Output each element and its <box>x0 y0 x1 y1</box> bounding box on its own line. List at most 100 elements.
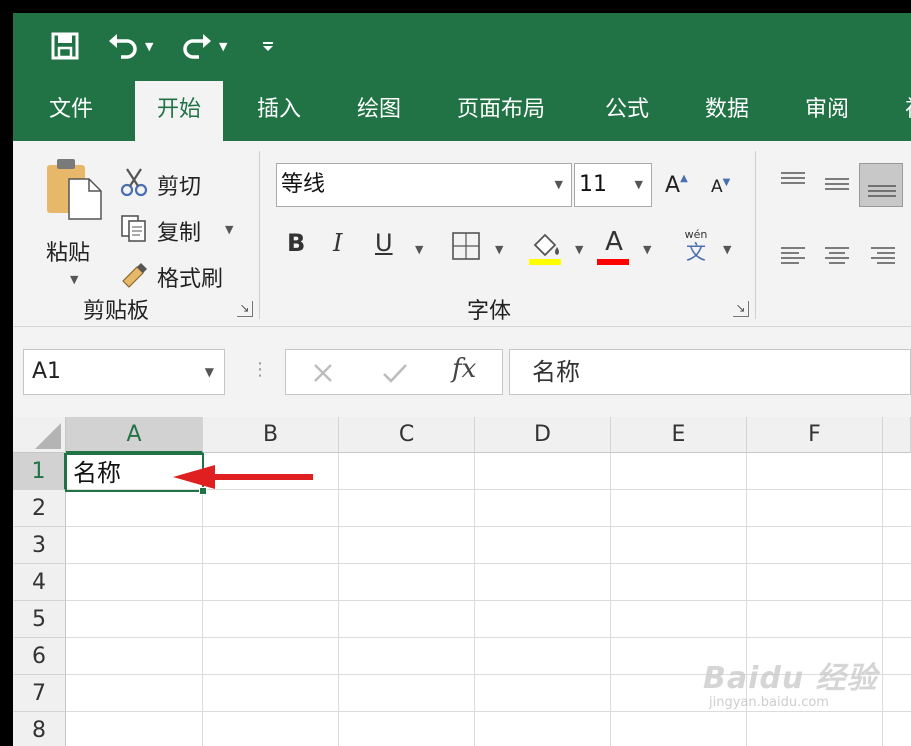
align-left-icon[interactable] <box>779 245 807 273</box>
increase-font-icon: ▲ <box>680 173 688 184</box>
fill-color-icon <box>529 233 561 265</box>
name-box[interactable]: A1 ▼ <box>23 349 225 395</box>
tab-formulas[interactable]: 公式 <box>583 81 671 141</box>
row-header-6[interactable]: 6 <box>13 638 66 675</box>
font-size-dropdown-icon[interactable]: ▼ <box>635 164 643 206</box>
font-name-combo[interactable]: 等线 ▼ <box>276 163 572 207</box>
gridline <box>66 563 911 564</box>
redo-button[interactable]: ▼ <box>181 29 227 63</box>
redo-icon <box>183 34 211 59</box>
underline-button[interactable]: U <box>375 229 393 257</box>
gridline <box>66 526 911 527</box>
enter-check-icon[interactable] <box>382 362 408 384</box>
cancel-icon[interactable] <box>312 362 334 384</box>
increase-font-button[interactable]: A▲ <box>665 173 688 198</box>
italic-button[interactable]: I <box>333 229 342 257</box>
font-name-dropdown-icon[interactable]: ▼ <box>555 164 563 206</box>
customize-qat-button[interactable] <box>261 29 275 63</box>
format-painter-icon[interactable] <box>119 259 149 293</box>
tab-file[interactable]: 文件 <box>27 81 115 141</box>
undo-icon <box>109 34 137 59</box>
borders-dropdown-icon[interactable]: ▼ <box>495 243 503 256</box>
font-size-value: 11 <box>579 172 607 197</box>
gridline <box>66 600 911 601</box>
format-painter-label[interactable]: 格式刷 <box>157 261 223 293</box>
phonetic-char: 文 <box>686 240 706 264</box>
align-top-icon[interactable] <box>779 169 807 197</box>
underline-dropdown-icon[interactable]: ▼ <box>415 243 423 256</box>
align-middle-icon[interactable] <box>823 175 851 203</box>
copy-dropdown-icon[interactable]: ▼ <box>225 223 233 236</box>
row-header-4[interactable]: 4 <box>13 564 66 601</box>
row-header-7[interactable]: 7 <box>13 675 66 712</box>
red-arrow-icon <box>173 465 313 489</box>
tab-view[interactable]: 视 <box>883 81 911 141</box>
font-group-label: 字体 <box>467 299 512 324</box>
row-header-8[interactable]: 8 <box>13 712 66 746</box>
column-header-d[interactable]: D <box>475 417 611 453</box>
font-size-combo[interactable]: 11 ▼ <box>574 163 652 207</box>
vertical-dots-icon[interactable]: ⋮ <box>251 359 269 380</box>
phonetic-button[interactable]: wén 文 <box>679 229 713 264</box>
cut-icon[interactable] <box>119 167 149 201</box>
tab-data[interactable]: 数据 <box>683 81 771 141</box>
formula-bar-area: A1 ▼ ⋮ fx 名称 <box>13 327 911 417</box>
font-color-button[interactable]: A <box>597 227 631 267</box>
column-header-f[interactable]: F <box>747 417 883 453</box>
font-launcher-icon[interactable]: ↘ <box>733 301 749 317</box>
tab-review[interactable]: 审阅 <box>783 81 871 141</box>
row-header-3[interactable]: 3 <box>13 527 66 564</box>
align-bottom-icon <box>868 185 896 197</box>
decrease-font-button[interactable]: A▼ <box>711 177 730 197</box>
tab-insert[interactable]: 插入 <box>235 81 323 141</box>
name-box-dropdown-icon[interactable]: ▼ <box>205 350 214 394</box>
borders-icon <box>452 232 480 260</box>
excel-window: ▼ ▼ 文件 开始 插入 绘图 页面布局 公式 数据 审阅 视 <box>13 13 911 746</box>
tab-draw[interactable]: 绘图 <box>335 81 423 141</box>
increase-font-label: A <box>665 173 681 198</box>
decrease-font-icon: ▼ <box>722 177 731 188</box>
row-header-5[interactable]: 5 <box>13 601 66 638</box>
borders-button[interactable] <box>451 231 481 265</box>
ribbon: 粘贴 ▼ 剪切 复制 ▼ 格式刷 剪贴板 ↘ 等线 ▼ 11 ▼ A▲ A▼ B… <box>13 141 911 327</box>
phonetic-dropdown-icon[interactable]: ▼ <box>723 243 731 256</box>
tab-page-layout[interactable]: 页面布局 <box>435 81 567 141</box>
row-header-1[interactable]: 1 <box>13 453 66 490</box>
undo-button[interactable]: ▼ <box>107 29 153 63</box>
row-header-2[interactable]: 2 <box>13 490 66 527</box>
paste-button[interactable] <box>45 157 105 225</box>
redo-dropdown-icon[interactable]: ▼ <box>219 40 227 53</box>
decrease-font-label: A <box>711 177 723 197</box>
bold-button[interactable]: B <box>287 229 305 257</box>
watermark-sub: jingyan.baidu.com <box>709 695 829 710</box>
copy-label[interactable]: 复制 <box>157 215 201 247</box>
column-header-c[interactable]: C <box>339 417 475 453</box>
formula-input[interactable]: 名称 <box>509 349 911 395</box>
column-header-b[interactable]: B <box>203 417 339 453</box>
name-box-value: A1 <box>32 359 62 384</box>
copy-icon[interactable] <box>119 213 149 247</box>
cut-label[interactable]: 剪切 <box>157 169 201 201</box>
column-header-a[interactable]: A <box>66 417 203 453</box>
ribbon-separator <box>259 151 260 319</box>
ribbon-separator <box>755 151 756 319</box>
clipboard-launcher-icon[interactable]: ↘ <box>237 301 253 317</box>
align-bottom-button[interactable] <box>859 163 903 207</box>
column-header-e[interactable]: E <box>611 417 747 453</box>
font-color-dropdown-icon[interactable]: ▼ <box>643 243 651 256</box>
align-right-icon[interactable] <box>869 245 897 273</box>
fill-color-button[interactable] <box>529 229 563 271</box>
fill-color-dropdown-icon[interactable]: ▼ <box>575 243 583 256</box>
column-header-g[interactable] <box>883 417 911 453</box>
insert-function-button[interactable]: fx <box>452 354 476 384</box>
gridline <box>66 711 911 712</box>
watermark-main: Baidu 经验 <box>703 661 878 696</box>
align-center-icon[interactable] <box>823 245 851 273</box>
undo-dropdown-icon[interactable]: ▼ <box>145 40 153 53</box>
paste-dropdown-icon[interactable]: ▼ <box>70 273 78 286</box>
paste-label[interactable]: 粘贴 <box>46 235 90 267</box>
tab-home[interactable]: 开始 <box>135 81 224 141</box>
save-icon <box>51 32 79 60</box>
save-button[interactable] <box>51 29 79 63</box>
select-all-corner[interactable] <box>13 417 66 453</box>
